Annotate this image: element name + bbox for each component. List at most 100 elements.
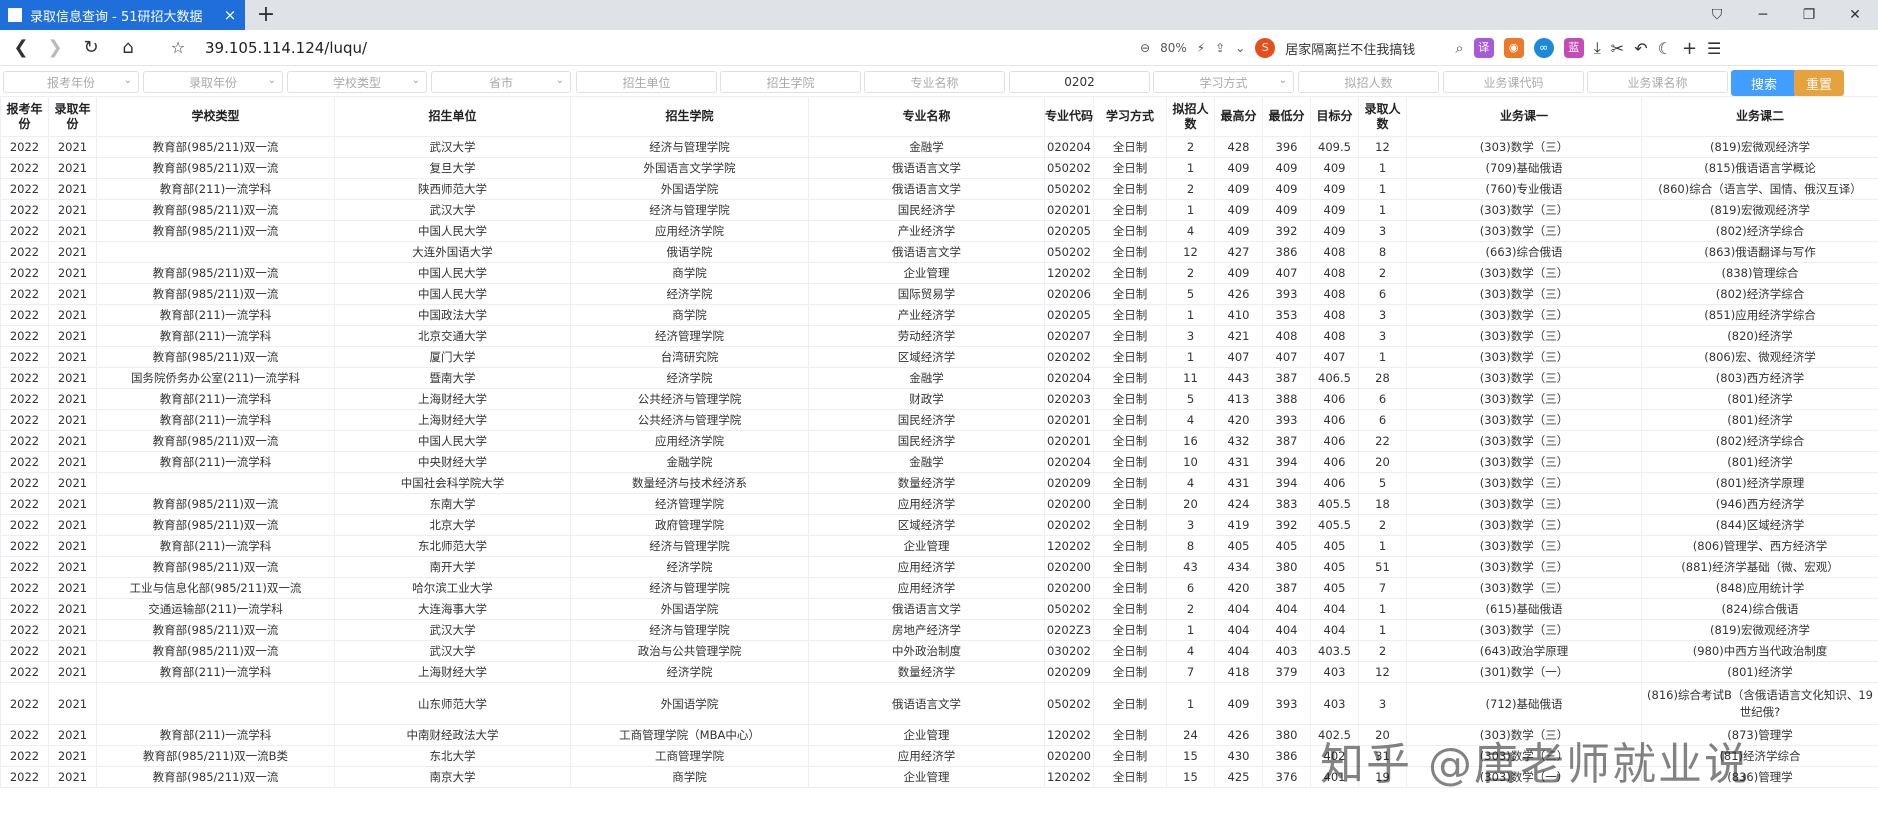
column-header[interactable]: 招生单位: [334, 96, 571, 137]
translate-ext-icon[interactable]: 译: [1473, 38, 1494, 58]
search-suggestion[interactable]: 居家隔离拦不住我搞钱: [1285, 39, 1415, 58]
table-cell: 020207: [1044, 325, 1094, 347]
column-header[interactable]: 最低分: [1262, 96, 1311, 137]
dropdown-icon[interactable]: ⌄: [1235, 41, 1245, 55]
table-cell: 020209: [1044, 472, 1094, 494]
table-row[interactable]: 2022 2021 中国社会科学院大学 数量经济与技术经济系 数量经济学 020209 全日…: [0, 472, 1878, 494]
home-icon[interactable]: ⌂: [115, 36, 141, 60]
table-row[interactable]: 2022 2021 教育部(985/211)双一流 中国人民大学 商学院 企业管理 1202…: [0, 262, 1878, 284]
column-header[interactable]: 学校类型: [96, 96, 335, 137]
filter-course-name[interactable]: 业务课名称: [1587, 71, 1728, 93]
forward-icon[interactable]: ❯: [42, 36, 68, 60]
table-row[interactable]: 2022 2021 教育部(211)一流学科 北京交通大学 经济管理学院 劳动经济学 020…: [0, 325, 1878, 347]
column-header[interactable]: 目标分: [1310, 96, 1359, 137]
table-cell: 409: [1310, 199, 1359, 221]
table-row[interactable]: 2022 2021 教育部(211)一流学科 上海财经大学 公共经济与管理学院 财政学 02…: [0, 388, 1878, 410]
add-icon[interactable]: +: [1682, 38, 1697, 59]
scissors-icon[interactable]: ✂: [1611, 39, 1624, 58]
table-row[interactable]: 2022 2021 教育部(211)一流学科 陕西师范大学 外国语学院 俄语语言文学 050…: [0, 178, 1878, 200]
table-row[interactable]: 2022 2021 教育部(985/211)双一流 武汉大学 经济与管理学院 国民经济学 0…: [0, 199, 1878, 221]
filter-bar: 报考年份 ⌄ 录取年份 ⌄ 学校类型 ⌄ 省市 ⌄ 招生单位 招生学院 专业名称 020…: [0, 66, 1878, 97]
filter-apply-year[interactable]: 报考年份 ⌄: [3, 71, 139, 93]
column-header[interactable]: 业务课一: [1406, 96, 1642, 137]
table-row[interactable]: 2022 2021 国务院侨务办公室(211)一流学科 暨南大学 经济学院 金融学 0202…: [0, 367, 1878, 389]
table-row[interactable]: 2022 2021 教育部(985/211)双一流 中国人民大学 应用经济学院 产业经济学…: [0, 220, 1878, 242]
column-header[interactable]: 拟招人数: [1166, 96, 1215, 137]
table-row[interactable]: 2022 2021 教育部(211)一流学科 中央财经大学 金融学院 金融学 020204 全…: [0, 451, 1878, 473]
browser-tab-active[interactable]: 录取信息查询 - 51研招大数据 ×: [0, 0, 245, 30]
table-row[interactable]: 2022 2021 教育部(985/211)双一流 南开大学 经济学院 应用经济学 0202…: [0, 556, 1878, 578]
table-row[interactable]: 2022 2021 教育部(985/211)双一流 中国人民大学 应用经济学院 国民经济学…: [0, 430, 1878, 452]
filter-province[interactable]: 省市 ⌄: [431, 71, 571, 93]
table-cell: 东北大学: [334, 745, 571, 767]
column-header[interactable]: 录取年份: [48, 96, 97, 137]
table-row[interactable]: 2022 2021 教育部(985/211)双一流 厦门大学 台湾研究院 区域经济学 020…: [0, 346, 1878, 368]
table-row[interactable]: 2022 2021 教育部(985/211)双一流 复旦大学 外国语言文学学院 俄语语言文…: [0, 157, 1878, 179]
address-bar[interactable]: 39.105.114.124/luqu/: [205, 39, 367, 57]
table-row[interactable]: 2022 2021 教育部(211)一流学科 中国政法大学 商学院 产业经济学 020205…: [0, 304, 1878, 326]
zoom-icon[interactable]: ⊖: [1140, 41, 1150, 55]
table-row[interactable]: 2022 2021 工业与信息化部(985/211)双一流 哈尔滨工业大学 经济与管理学…: [0, 577, 1878, 599]
table-row[interactable]: 2022 2021 交通运输部(211)一流学科 大连海事大学 外国语学院 俄语语言文学 0…: [0, 598, 1878, 620]
table-cell: 020201: [1044, 409, 1094, 431]
filter-major-name[interactable]: 专业名称: [864, 71, 1005, 93]
table-cell: 教育部(211)一流学科: [96, 325, 335, 347]
filter-course-code[interactable]: 业务课代码: [1443, 71, 1584, 93]
table-row[interactable]: 2022 2021 教育部(985/211)双一流 中国人民大学 经济学院 国际贸易学 02…: [0, 283, 1878, 305]
filter-school-type[interactable]: 学校类型 ⌄: [287, 71, 427, 93]
table-row[interactable]: 2022 2021 大连外国语大学 俄语学院 俄语语言文学 050202 全日制 12 427 3…: [0, 241, 1878, 263]
game-ext-icon[interactable]: ◉: [1503, 38, 1524, 58]
search-icon[interactable]: ⌕: [1455, 39, 1463, 57]
pin-icon[interactable]: ⛉: [1694, 0, 1740, 30]
restore-button[interactable]: ❐: [1786, 0, 1832, 30]
column-header[interactable]: 学习方式: [1093, 96, 1167, 137]
table-cell: 2021: [48, 262, 97, 284]
table-cell: (303)数学（三）: [1406, 220, 1642, 242]
column-header[interactable]: 录取人数: [1358, 96, 1407, 137]
download-icon[interactable]: ⤓: [1594, 38, 1601, 58]
table-cell: (801)经济学原理: [1641, 472, 1878, 494]
column-header[interactable]: 招生学院: [570, 96, 809, 137]
reload-icon[interactable]: ↻: [78, 36, 104, 60]
menu-icon[interactable]: ☰: [1707, 39, 1721, 58]
minimize-button[interactable]: ─: [1740, 0, 1786, 30]
column-header[interactable]: 最高分: [1214, 96, 1263, 137]
table-row[interactable]: 2022 2021 教育部(985/211)双一流 武汉大学 政治与公共管理学院 中外政治…: [0, 640, 1878, 662]
table-row[interactable]: 2022 2021 教育部(211)一流学科 东北师范大学 经济与管理学院 企业管理 120…: [0, 535, 1878, 557]
column-header[interactable]: 业务课二: [1641, 96, 1878, 137]
undo-icon[interactable]: ↶: [1634, 39, 1647, 58]
table-row[interactable]: 2022 2021 教育部(211)一流学科 上海财经大学 经济学院 数量经济学 02020…: [0, 661, 1878, 683]
filter-plan-count[interactable]: 拟招人数: [1298, 71, 1439, 93]
close-tab-icon[interactable]: ×: [221, 6, 239, 24]
filter-major-code[interactable]: 0202: [1009, 71, 1150, 93]
reset-button[interactable]: 重置: [1794, 70, 1844, 96]
close-window-button[interactable]: ✕: [1832, 0, 1878, 30]
lightning-icon[interactable]: ⚡: [1197, 41, 1205, 55]
table-cell: 405: [1310, 535, 1359, 557]
dark-mode-icon[interactable]: ☾: [1658, 39, 1672, 58]
bookmark-star-icon[interactable]: ☆: [165, 36, 191, 60]
infinity-ext-icon[interactable]: ∞: [1533, 38, 1554, 58]
table-row[interactable]: 2022 2021 教育部(985/211)双一流 北京大学 政府管理学院 区域经济学 02…: [0, 514, 1878, 536]
table-cell: (303)数学（三）: [1406, 283, 1642, 305]
table-row[interactable]: 2022 2021 教育部(211)一流学科 上海财经大学 公共经济与管理学院 国民经济学…: [0, 409, 1878, 431]
filter-unit[interactable]: 招生单位: [576, 71, 717, 93]
table-row[interactable]: 2022 2021 教育部(985/211)双一流 东南大学 经济管理学院 应用经济学 02…: [0, 493, 1878, 515]
search-button[interactable]: 搜索: [1731, 70, 1797, 96]
table-cell: 全日制: [1093, 388, 1167, 410]
filter-admit-year[interactable]: 录取年份 ⌄: [143, 71, 283, 93]
filter-college[interactable]: 招生学院: [720, 71, 861, 93]
back-icon[interactable]: ❮: [8, 36, 34, 60]
filter-study-mode[interactable]: 学习方式 ⌄: [1153, 71, 1294, 93]
blue-ext-icon[interactable]: 蓝: [1563, 38, 1584, 58]
column-header[interactable]: 专业代码: [1044, 96, 1094, 137]
share-icon[interactable]: ⇪: [1215, 41, 1225, 55]
table-cell: 030202: [1044, 640, 1094, 662]
search-engine-icon[interactable]: S: [1255, 38, 1276, 58]
table-row[interactable]: 2022 2021 教育部(985/211)双一流 武汉大学 经济与管理学院 金融学 020…: [0, 136, 1878, 158]
table-row[interactable]: 2022 2021 教育部(985/211)双一流 武汉大学 经济与管理学院 房地产经济学…: [0, 619, 1878, 641]
column-header[interactable]: 专业名称: [808, 96, 1045, 137]
column-header[interactable]: 报考年份: [0, 96, 49, 137]
new-tab-button[interactable]: +: [253, 2, 279, 28]
table-row[interactable]: 2022 2021 山东师范大学 外国语学院 俄语语言文学 050202 全日制 1 409 39…: [0, 682, 1878, 725]
